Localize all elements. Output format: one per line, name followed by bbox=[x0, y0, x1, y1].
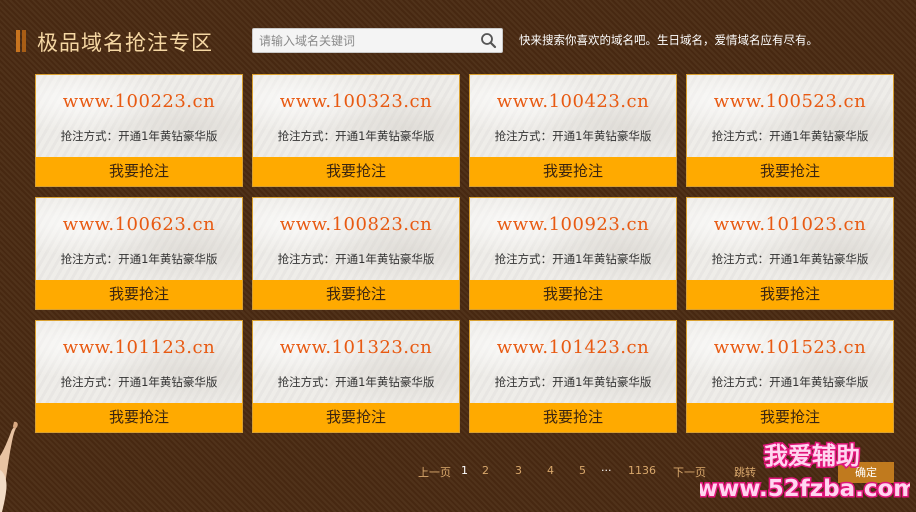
domain-name: www.100423.cn bbox=[496, 91, 650, 112]
register-method: 抢注方式：开通1年黄钻豪华版 bbox=[60, 252, 218, 266]
register-method: 抢注方式：开通1年黄钻豪华版 bbox=[277, 129, 435, 143]
register-method: 抢注方式：开通1年黄钻豪华版 bbox=[711, 375, 869, 389]
register-method: 抢注方式：开通1年黄钻豪华版 bbox=[60, 375, 218, 389]
register-method: 抢注方式：开通1年黄钻豪华版 bbox=[277, 252, 435, 266]
card-body: www.101123.cn 抢注方式：开通1年黄钻豪华版 bbox=[36, 321, 242, 403]
tagline: 快来搜索你喜欢的域名吧。生日域名，爱情域名应有尽有。 bbox=[519, 33, 818, 47]
last-page-link[interactable]: 1136 bbox=[628, 464, 656, 477]
page-link[interactable]: 2 bbox=[482, 464, 489, 477]
decorative-figure-icon bbox=[0, 421, 18, 512]
title-bar-icon bbox=[16, 30, 26, 52]
domain-name: www.100623.cn bbox=[62, 214, 216, 235]
register-method: 抢注方式：开通1年黄钻豪华版 bbox=[494, 129, 652, 143]
card-body: www.100923.cn 抢注方式：开通1年黄钻豪华版 bbox=[470, 198, 676, 280]
watermark-graphic: 我爱辅助 www.52fzba.com bbox=[695, 441, 916, 504]
card-body: www.100223.cn 抢注方式：开通1年黄钻豪华版 bbox=[36, 75, 242, 157]
domain-name: www.100823.cn bbox=[279, 214, 433, 235]
grab-button[interactable]: 我要抢注 bbox=[687, 280, 893, 309]
register-method: 抢注方式：开通1年黄钻豪华版 bbox=[494, 252, 652, 266]
domain-name: www.101423.cn bbox=[496, 337, 650, 358]
domain-card: www.100223.cn 抢注方式：开通1年黄钻豪华版我要抢注 bbox=[35, 74, 243, 187]
card-body: www.101323.cn 抢注方式：开通1年黄钻豪华版 bbox=[253, 321, 459, 403]
card-body: www.100423.cn 抢注方式：开通1年黄钻豪华版 bbox=[470, 75, 676, 157]
grab-button[interactable]: 我要抢注 bbox=[470, 403, 676, 432]
register-method: 抢注方式：开通1年黄钻豪华版 bbox=[277, 375, 435, 389]
grab-button[interactable]: 我要抢注 bbox=[470, 157, 676, 186]
search-input[interactable] bbox=[253, 29, 473, 52]
card-body: www.100623.cn 抢注方式：开通1年黄钻豪华版 bbox=[36, 198, 242, 280]
domain-card: www.101323.cn 抢注方式：开通1年黄钻豪华版我要抢注 bbox=[252, 320, 460, 433]
grab-button[interactable]: 我要抢注 bbox=[36, 403, 242, 432]
grab-button[interactable]: 我要抢注 bbox=[253, 280, 459, 309]
grab-button[interactable]: 我要抢注 bbox=[253, 403, 459, 432]
register-method: 抢注方式：开通1年黄钻豪华版 bbox=[60, 129, 218, 143]
page-header: 极品域名抢注专区 快来搜索你喜欢的域名吧。生日域名，爱情域名应有尽有。 bbox=[16, 26, 906, 58]
card-body: www.100323.cn 抢注方式：开通1年黄钻豪华版 bbox=[253, 75, 459, 157]
search-icon[interactable] bbox=[480, 32, 497, 49]
grab-button[interactable]: 我要抢注 bbox=[36, 280, 242, 309]
card-body: www.101423.cn 抢注方式：开通1年黄钻豪华版 bbox=[470, 321, 676, 403]
domain-card: www.100623.cn 抢注方式：开通1年黄钻豪华版我要抢注 bbox=[35, 197, 243, 310]
watermark-line1: 我爱辅助 bbox=[764, 442, 860, 470]
domain-card: www.100523.cn 抢注方式：开通1年黄钻豪华版我要抢注 bbox=[686, 74, 894, 187]
grab-button[interactable]: 我要抢注 bbox=[470, 280, 676, 309]
domain-name: www.101323.cn bbox=[279, 337, 433, 358]
domain-name: www.101523.cn bbox=[713, 337, 867, 358]
page-link[interactable]: 3 bbox=[515, 464, 522, 477]
domain-grid: www.100223.cn 抢注方式：开通1年黄钻豪华版 我要抢注 www.1003… bbox=[35, 74, 894, 434]
domain-card: www.101423.cn 抢注方式：开通1年黄钻豪华版我要抢注 bbox=[469, 320, 677, 433]
card-body: www.101523.cn 抢注方式：开通1年黄钻豪华版 bbox=[687, 321, 893, 403]
domain-card: www.101523.cn 抢注方式：开通1年黄钻豪华版我要抢注 bbox=[686, 320, 894, 433]
domain-card: www.100323.cn 抢注方式：开通1年黄钻豪华版我要抢注 bbox=[252, 74, 460, 187]
card-body: www.101023.cn 抢注方式：开通1年黄钻豪华版 bbox=[687, 198, 893, 280]
page-link[interactable]: 4 bbox=[547, 464, 554, 477]
page-ellipsis: ··· bbox=[601, 464, 612, 477]
domain-name: www.100523.cn bbox=[713, 91, 867, 112]
card-body: www.100823.cn 抢注方式：开通1年黄钻豪华版 bbox=[253, 198, 459, 280]
register-method: 抢注方式：开通1年黄钻豪华版 bbox=[711, 252, 869, 266]
page-title: 极品域名抢注专区 bbox=[37, 31, 213, 55]
grab-button[interactable]: 我要抢注 bbox=[687, 403, 893, 432]
domain-card: www.101123.cn 抢注方式：开通1年黄钻豪华版我要抢注 bbox=[35, 320, 243, 433]
domain-card: www.101023.cn 抢注方式：开通1年黄钻豪华版我要抢注 bbox=[686, 197, 894, 310]
register-method: 抢注方式：开通1年黄钻豪华版 bbox=[711, 129, 869, 143]
search-box[interactable] bbox=[252, 28, 503, 53]
page-link-current[interactable]: 1 bbox=[461, 464, 468, 477]
register-method: 抢注方式：开通1年黄钻豪华版 bbox=[494, 375, 652, 389]
watermark-line2: www.52fzba.com bbox=[700, 476, 910, 502]
domain-card: www.100923.cn 抢注方式：开通1年黄钻豪华版我要抢注 bbox=[469, 197, 677, 310]
domain-name: www.101023.cn bbox=[713, 214, 867, 235]
domain-name: www.100223.cn bbox=[62, 91, 216, 112]
domain-name: www.100923.cn bbox=[496, 214, 650, 235]
grab-button[interactable]: 我要抢注 bbox=[253, 157, 459, 186]
watermark: 我爱辅助 www.52fzba.com bbox=[695, 440, 916, 506]
domain-name: www.101123.cn bbox=[62, 337, 216, 358]
prev-page-link[interactable]: 上一页 bbox=[418, 464, 451, 480]
page-link[interactable]: 5 bbox=[579, 464, 586, 477]
grab-button[interactable]: 我要抢注 bbox=[687, 157, 893, 186]
grab-button[interactable]: 我要抢注 bbox=[36, 157, 242, 186]
domain-card: www.100823.cn 抢注方式：开通1年黄钻豪华版我要抢注 bbox=[252, 197, 460, 310]
domain-name: www.100323.cn bbox=[279, 91, 433, 112]
card-body: www.100523.cn 抢注方式：开通1年黄钻豪华版 bbox=[687, 75, 893, 157]
domain-card: www.100423.cn 抢注方式：开通1年黄钻豪华版我要抢注 bbox=[469, 74, 677, 187]
